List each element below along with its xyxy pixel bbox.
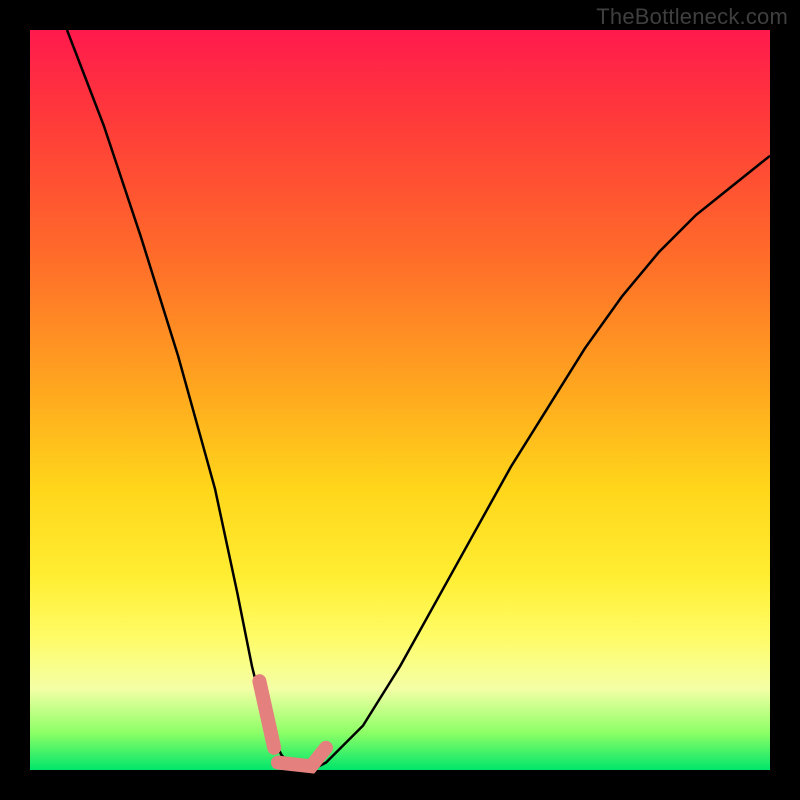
bottleneck-highlight-left [259,681,274,748]
chart-plot-area [30,30,770,770]
watermark-text: TheBottleneck.com [596,4,788,30]
bottleneck-highlight-bottom [278,748,326,767]
bottleneck-curve-svg [30,30,770,770]
bottleneck-curve-path [67,30,770,770]
chart-frame: TheBottleneck.com [0,0,800,800]
